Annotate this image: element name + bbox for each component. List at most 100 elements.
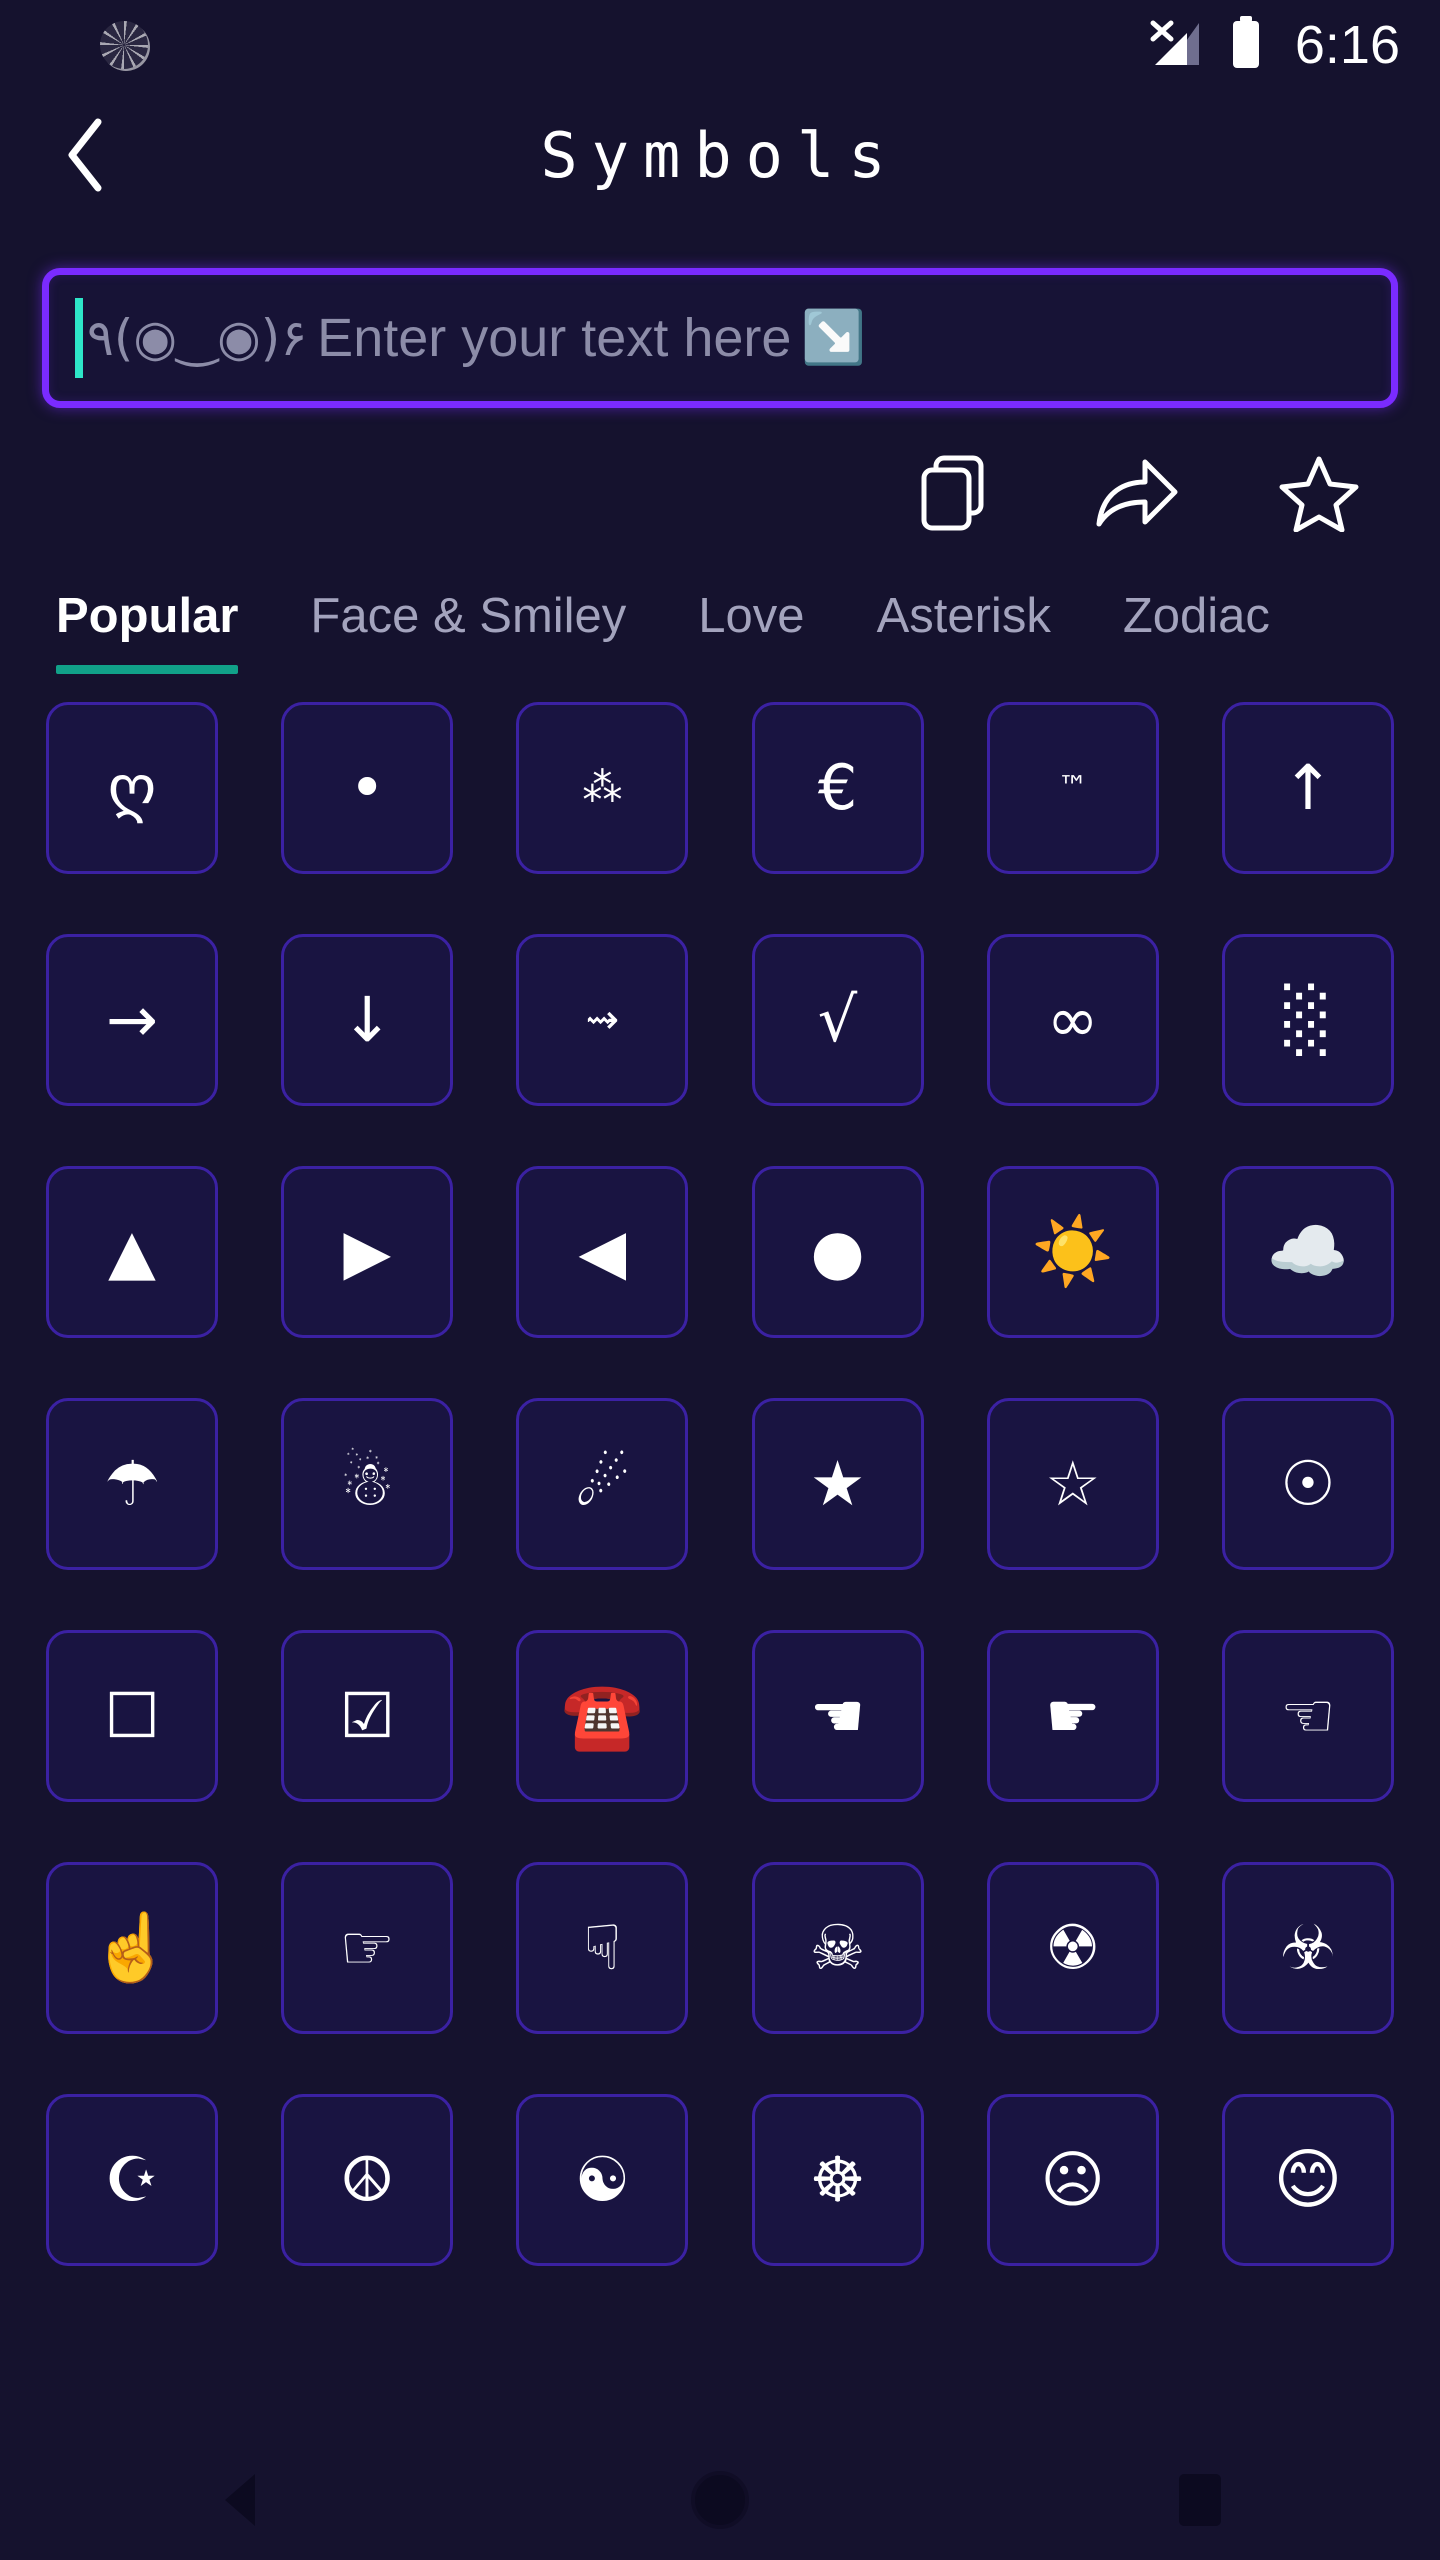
symbol-cell[interactable]: ☚ (751, 1630, 924, 1802)
georgian-heart-symbol: ღ (107, 751, 157, 824)
share-button[interactable] (1094, 450, 1180, 536)
symbol-cell[interactable]: → (46, 934, 218, 1106)
umbrella-symbol: ☂ (104, 1447, 160, 1520)
symbol-cell[interactable]: ☜ (1221, 1630, 1394, 1802)
symbol-cell[interactable]: ☐ (46, 1630, 218, 1802)
symbol-cell[interactable]: ☑ (281, 1630, 454, 1802)
symbol-cell[interactable]: ☣ (1221, 1862, 1394, 2034)
symbol-cell[interactable]: • (281, 702, 454, 874)
symbol-cell[interactable]: √ (751, 934, 924, 1106)
peace-symbol: ☮ (339, 2143, 395, 2216)
search-field-container: ٩(◉‿◉)۶ Enter your text here ↘️ (0, 220, 1440, 408)
comet-symbol: ☄ (574, 1447, 631, 1520)
symbol-cell[interactable]: ░ (1221, 934, 1394, 1106)
symbol-cell[interactable]: ● (751, 1166, 924, 1338)
symbol-cell[interactable]: ☂ (46, 1398, 218, 1570)
symbol-cell[interactable]: ⇝ (516, 934, 689, 1106)
placeholder-text: Enter your text here (317, 308, 792, 368)
tab-love[interactable]: Love (698, 588, 804, 674)
status-bar: 6:16 (0, 0, 1440, 90)
sun-circled-dot-symbol: ☉ (1280, 1447, 1336, 1520)
symbol-cell[interactable]: 😊 (1221, 2094, 1394, 2266)
filled-circle-symbol: ● (810, 1215, 865, 1288)
symbol-cell[interactable]: ⁂ (516, 702, 689, 874)
yin-yang-symbol: ☯ (574, 2143, 631, 2216)
symbol-cell[interactable]: ☎️ (516, 1630, 689, 1802)
symbol-cell[interactable]: ☝️ (46, 1862, 218, 2034)
frowning-face-symbol: ☹ (1040, 2143, 1106, 2216)
android-nav-bar (0, 2440, 1440, 2560)
symbol-cell[interactable]: ☯ (516, 2094, 689, 2266)
tab-zodiac[interactable]: Zodiac (1123, 588, 1270, 674)
symbol-cell[interactable]: ▶ (281, 1166, 454, 1338)
outline-star-symbol: ☆ (1044, 1447, 1101, 1520)
light-shade-block-symbol: ░ (1284, 983, 1332, 1056)
right-triangle-symbol: ▶ (343, 1215, 392, 1288)
tab-popular[interactable]: Popular (56, 588, 239, 674)
back-button[interactable] (30, 100, 140, 210)
symbol-cell[interactable]: ◀ (516, 1166, 689, 1338)
symbol-cell[interactable]: ☀️ (986, 1166, 1159, 1338)
snowman-symbol: ☃ (339, 1447, 395, 1520)
symbol-cell[interactable]: ↓ (281, 934, 454, 1106)
symbol-cell[interactable]: ☄ (516, 1398, 689, 1570)
loading-spinner-icon (100, 21, 148, 69)
black-left-pointing-hand-symbol: ☚ (809, 1679, 866, 1752)
squiggly-right-arrow-symbol: ⇝ (585, 997, 620, 1043)
symbol-cell[interactable]: ☸ (751, 2094, 924, 2266)
sun-emoji: ☀️ (1031, 1213, 1114, 1290)
battery-full-icon (1229, 15, 1263, 75)
nav-recents-button[interactable] (1140, 2440, 1260, 2560)
text-input[interactable]: ٩(◉‿◉)۶ Enter your text here ↘️ (42, 268, 1398, 408)
symbol-cell[interactable]: ☞ (281, 1862, 454, 2034)
symbol-cell[interactable]: ☃ (281, 1398, 454, 1570)
symbol-cell[interactable]: € (751, 702, 924, 874)
app-screen: 6:16 Symbols ٩(◉‿◉)۶ Enter your text her… (0, 0, 1440, 2560)
category-tabs: Popular Face & Smiley Love Asterisk Zodi… (0, 536, 1440, 674)
symbol-cell[interactable]: ∞ (986, 934, 1159, 1106)
nav-home-button[interactable] (660, 2440, 780, 2560)
tab-asterisk[interactable]: Asterisk (877, 588, 1051, 674)
wheel-of-dharma-symbol: ☸ (809, 2143, 866, 2216)
symbol-cell[interactable]: ☟ (516, 1862, 689, 2034)
status-bar-right: 6:16 (1149, 15, 1400, 75)
symbol-cell[interactable]: ↑ (1221, 702, 1394, 874)
symbol-cell[interactable]: ☉ (1221, 1398, 1394, 1570)
symbol-cell[interactable]: ★ (751, 1398, 924, 1570)
white-right-pointing-index-symbol: ☞ (339, 1911, 395, 1984)
nav-back-button[interactable] (180, 2440, 300, 2560)
symbol-cell[interactable]: ☠ (751, 1862, 924, 2034)
symbol-cell[interactable]: ☢ (986, 1862, 1159, 2034)
symbol-cell[interactable]: ☛ (986, 1630, 1159, 1802)
star-and-crescent-symbol: ☪ (104, 2143, 160, 2216)
bullet-symbol: • (348, 751, 386, 824)
symbol-cell[interactable]: ☹ (986, 2094, 1159, 2266)
right-arrow-symbol: → (106, 983, 158, 1056)
checked-checkbox-symbol: ☑ (339, 1679, 395, 1752)
infinity-symbol: ∞ (1046, 983, 1099, 1056)
symbol-cell[interactable]: ☮ (281, 2094, 454, 2266)
tab-face-and-smiley[interactable]: Face & Smiley (310, 588, 626, 674)
status-bar-left (100, 21, 148, 69)
skull-and-crossbones-symbol: ☠ (809, 1911, 866, 1984)
app-header: Symbols (0, 90, 1440, 220)
symbol-cell[interactable]: ☆ (986, 1398, 1159, 1570)
symbol-cell[interactable]: ☁️ (1221, 1166, 1394, 1338)
copy-button[interactable] (912, 450, 998, 536)
placeholder-kaomoji: ٩(◉‿◉)۶ (87, 309, 309, 367)
trademark-symbol: ™ (1057, 770, 1088, 805)
favorite-button[interactable] (1276, 450, 1362, 536)
square-root-symbol: √ (817, 983, 858, 1056)
black-right-pointing-hand-symbol: ☛ (1044, 1679, 1101, 1752)
index-pointing-up-emoji: ☝️ (90, 1909, 174, 1986)
empty-checkbox-symbol: ☐ (104, 1679, 160, 1752)
symbol-cell[interactable]: ☪ (46, 2094, 218, 2266)
signal-no-sim-icon (1149, 19, 1203, 71)
symbol-cell[interactable]: ▲ (46, 1166, 218, 1338)
symbol-cell[interactable]: ™ (986, 702, 1159, 874)
symbol-cell[interactable]: ღ (46, 702, 218, 874)
cloud-emoji: ☁️ (1266, 1213, 1350, 1290)
left-triangle-symbol: ◀ (578, 1215, 627, 1288)
white-left-pointing-index-symbol: ☜ (1280, 1679, 1336, 1752)
down-arrow-symbol: ↓ (341, 983, 394, 1056)
